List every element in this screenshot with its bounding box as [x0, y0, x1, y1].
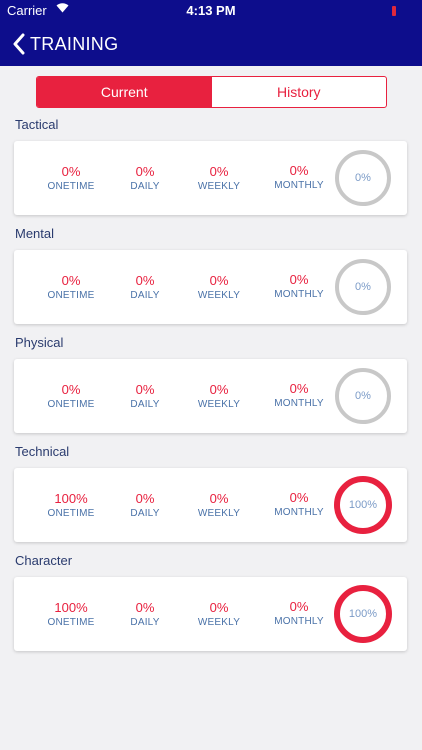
metric-weekly: 0% WEEKLY [184, 273, 254, 301]
metric-label: WEEKLY [197, 399, 241, 410]
progress-card[interactable]: 0% ONETIME 0% DAILY 0% WEEKLY 0% MONTHLY 0% [14, 250, 407, 324]
metric-value: 0% [61, 273, 81, 288]
metric-label: WEEKLY [197, 290, 241, 301]
metric-value: 0% [289, 163, 309, 178]
metric-monthly: 0% MONTHLY [264, 381, 334, 409]
metric-daily: 0% DAILY [110, 164, 180, 192]
status-bar: Carrier 4:13 PM [0, 0, 422, 22]
ring-percentage: 0% [355, 281, 371, 293]
metric-value: 100% [54, 491, 88, 506]
ring-percentage: 0% [355, 390, 371, 402]
metric-label: MONTHLY [274, 289, 324, 300]
metric-label: ONETIME [47, 617, 95, 628]
metric-value: 0% [135, 273, 155, 288]
metric-onetime: 0% ONETIME [36, 273, 106, 301]
metric-label: DAILY [130, 290, 160, 301]
metric-weekly: 0% WEEKLY [184, 382, 254, 410]
progress-ring: 100% [334, 585, 392, 643]
metric-daily: 0% DAILY [110, 600, 180, 628]
progress-card[interactable]: 0% ONETIME 0% DAILY 0% WEEKLY 0% MONTHLY 0% [14, 359, 407, 433]
ring-percentage: 100% [348, 608, 378, 620]
clock: 4:13 PM [186, 3, 236, 18]
metric-monthly: 0% MONTHLY [264, 163, 334, 191]
metric-value: 0% [289, 599, 309, 614]
metric-daily: 0% DAILY [110, 382, 180, 410]
metric-label: MONTHLY [274, 616, 324, 627]
progress-card[interactable]: 0% ONETIME 0% DAILY 0% WEEKLY 0% MONTHLY 0% [14, 141, 407, 215]
tab-history[interactable]: History [212, 77, 387, 107]
metric-onetime: 0% ONETIME [36, 382, 106, 410]
progress-card[interactable]: 100% ONETIME 0% DAILY 0% WEEKLY 0% MONTHLY 100% [14, 577, 407, 651]
segmented-control: Current History [36, 76, 387, 108]
metric-monthly: 0% MONTHLY [264, 272, 334, 300]
page-title: TRAINING [30, 33, 119, 54]
metric-value: 0% [209, 273, 229, 288]
metric-label: WEEKLY [197, 508, 241, 519]
metric-label: MONTHLY [274, 398, 324, 409]
metric-label: DAILY [130, 617, 160, 628]
tab-current[interactable]: Current [37, 77, 212, 107]
metric-onetime: 100% ONETIME [36, 491, 106, 519]
metric-label: DAILY [130, 399, 160, 410]
metric-value: 0% [135, 164, 155, 179]
chevron-left-icon [12, 33, 26, 55]
section-title: Physical [15, 335, 64, 350]
section-title: Mental [15, 226, 55, 241]
metric-label: DAILY [130, 508, 160, 519]
metric-monthly: 0% MONTHLY [264, 490, 334, 518]
back-button[interactable]: TRAINING [12, 30, 118, 58]
metric-daily: 0% DAILY [110, 491, 180, 519]
metric-label: MONTHLY [274, 180, 324, 191]
metric-label: MONTHLY [274, 507, 324, 518]
metric-label: WEEKLY [197, 617, 241, 628]
metric-value: 0% [209, 382, 229, 397]
metric-value: 0% [209, 491, 229, 506]
progress-ring: 100% [334, 476, 392, 534]
section-title: Technical [15, 444, 70, 459]
metric-label: WEEKLY [197, 181, 241, 192]
metric-value: 0% [135, 382, 155, 397]
ring-percentage: 0% [355, 172, 371, 184]
ring-percentage: 100% [348, 499, 378, 511]
metric-value: 0% [289, 272, 309, 287]
metric-weekly: 0% WEEKLY [184, 164, 254, 192]
progress-ring: 0% [334, 258, 392, 316]
metric-label: ONETIME [47, 181, 95, 192]
section-title: Tactical [15, 117, 59, 132]
metric-label: ONETIME [47, 508, 95, 519]
progress-ring: 0% [334, 367, 392, 425]
metric-daily: 0% DAILY [110, 273, 180, 301]
metric-value: 0% [61, 382, 81, 397]
metric-value: 0% [289, 490, 309, 505]
metric-label: DAILY [130, 181, 160, 192]
metric-label: ONETIME [47, 399, 95, 410]
progress-card[interactable]: 100% ONETIME 0% DAILY 0% WEEKLY 0% MONTHLY 100% [14, 468, 407, 542]
metric-value: 0% [135, 491, 155, 506]
progress-ring: 0% [334, 149, 392, 207]
app-header: Carrier 4:13 PM TRAINING [0, 0, 422, 66]
metric-value: 0% [135, 600, 155, 615]
metric-onetime: 0% ONETIME [36, 164, 106, 192]
metric-value: 0% [209, 600, 229, 615]
metric-monthly: 0% MONTHLY [264, 599, 334, 627]
metric-value: 0% [61, 164, 81, 179]
battery-icon [392, 6, 396, 16]
metric-value: 0% [209, 164, 229, 179]
metric-weekly: 0% WEEKLY [184, 600, 254, 628]
metric-value: 100% [54, 600, 88, 615]
metric-onetime: 100% ONETIME [36, 600, 106, 628]
metric-weekly: 0% WEEKLY [184, 491, 254, 519]
metric-value: 0% [289, 381, 309, 396]
section-title: Character [15, 553, 73, 568]
metric-label: ONETIME [47, 290, 95, 301]
